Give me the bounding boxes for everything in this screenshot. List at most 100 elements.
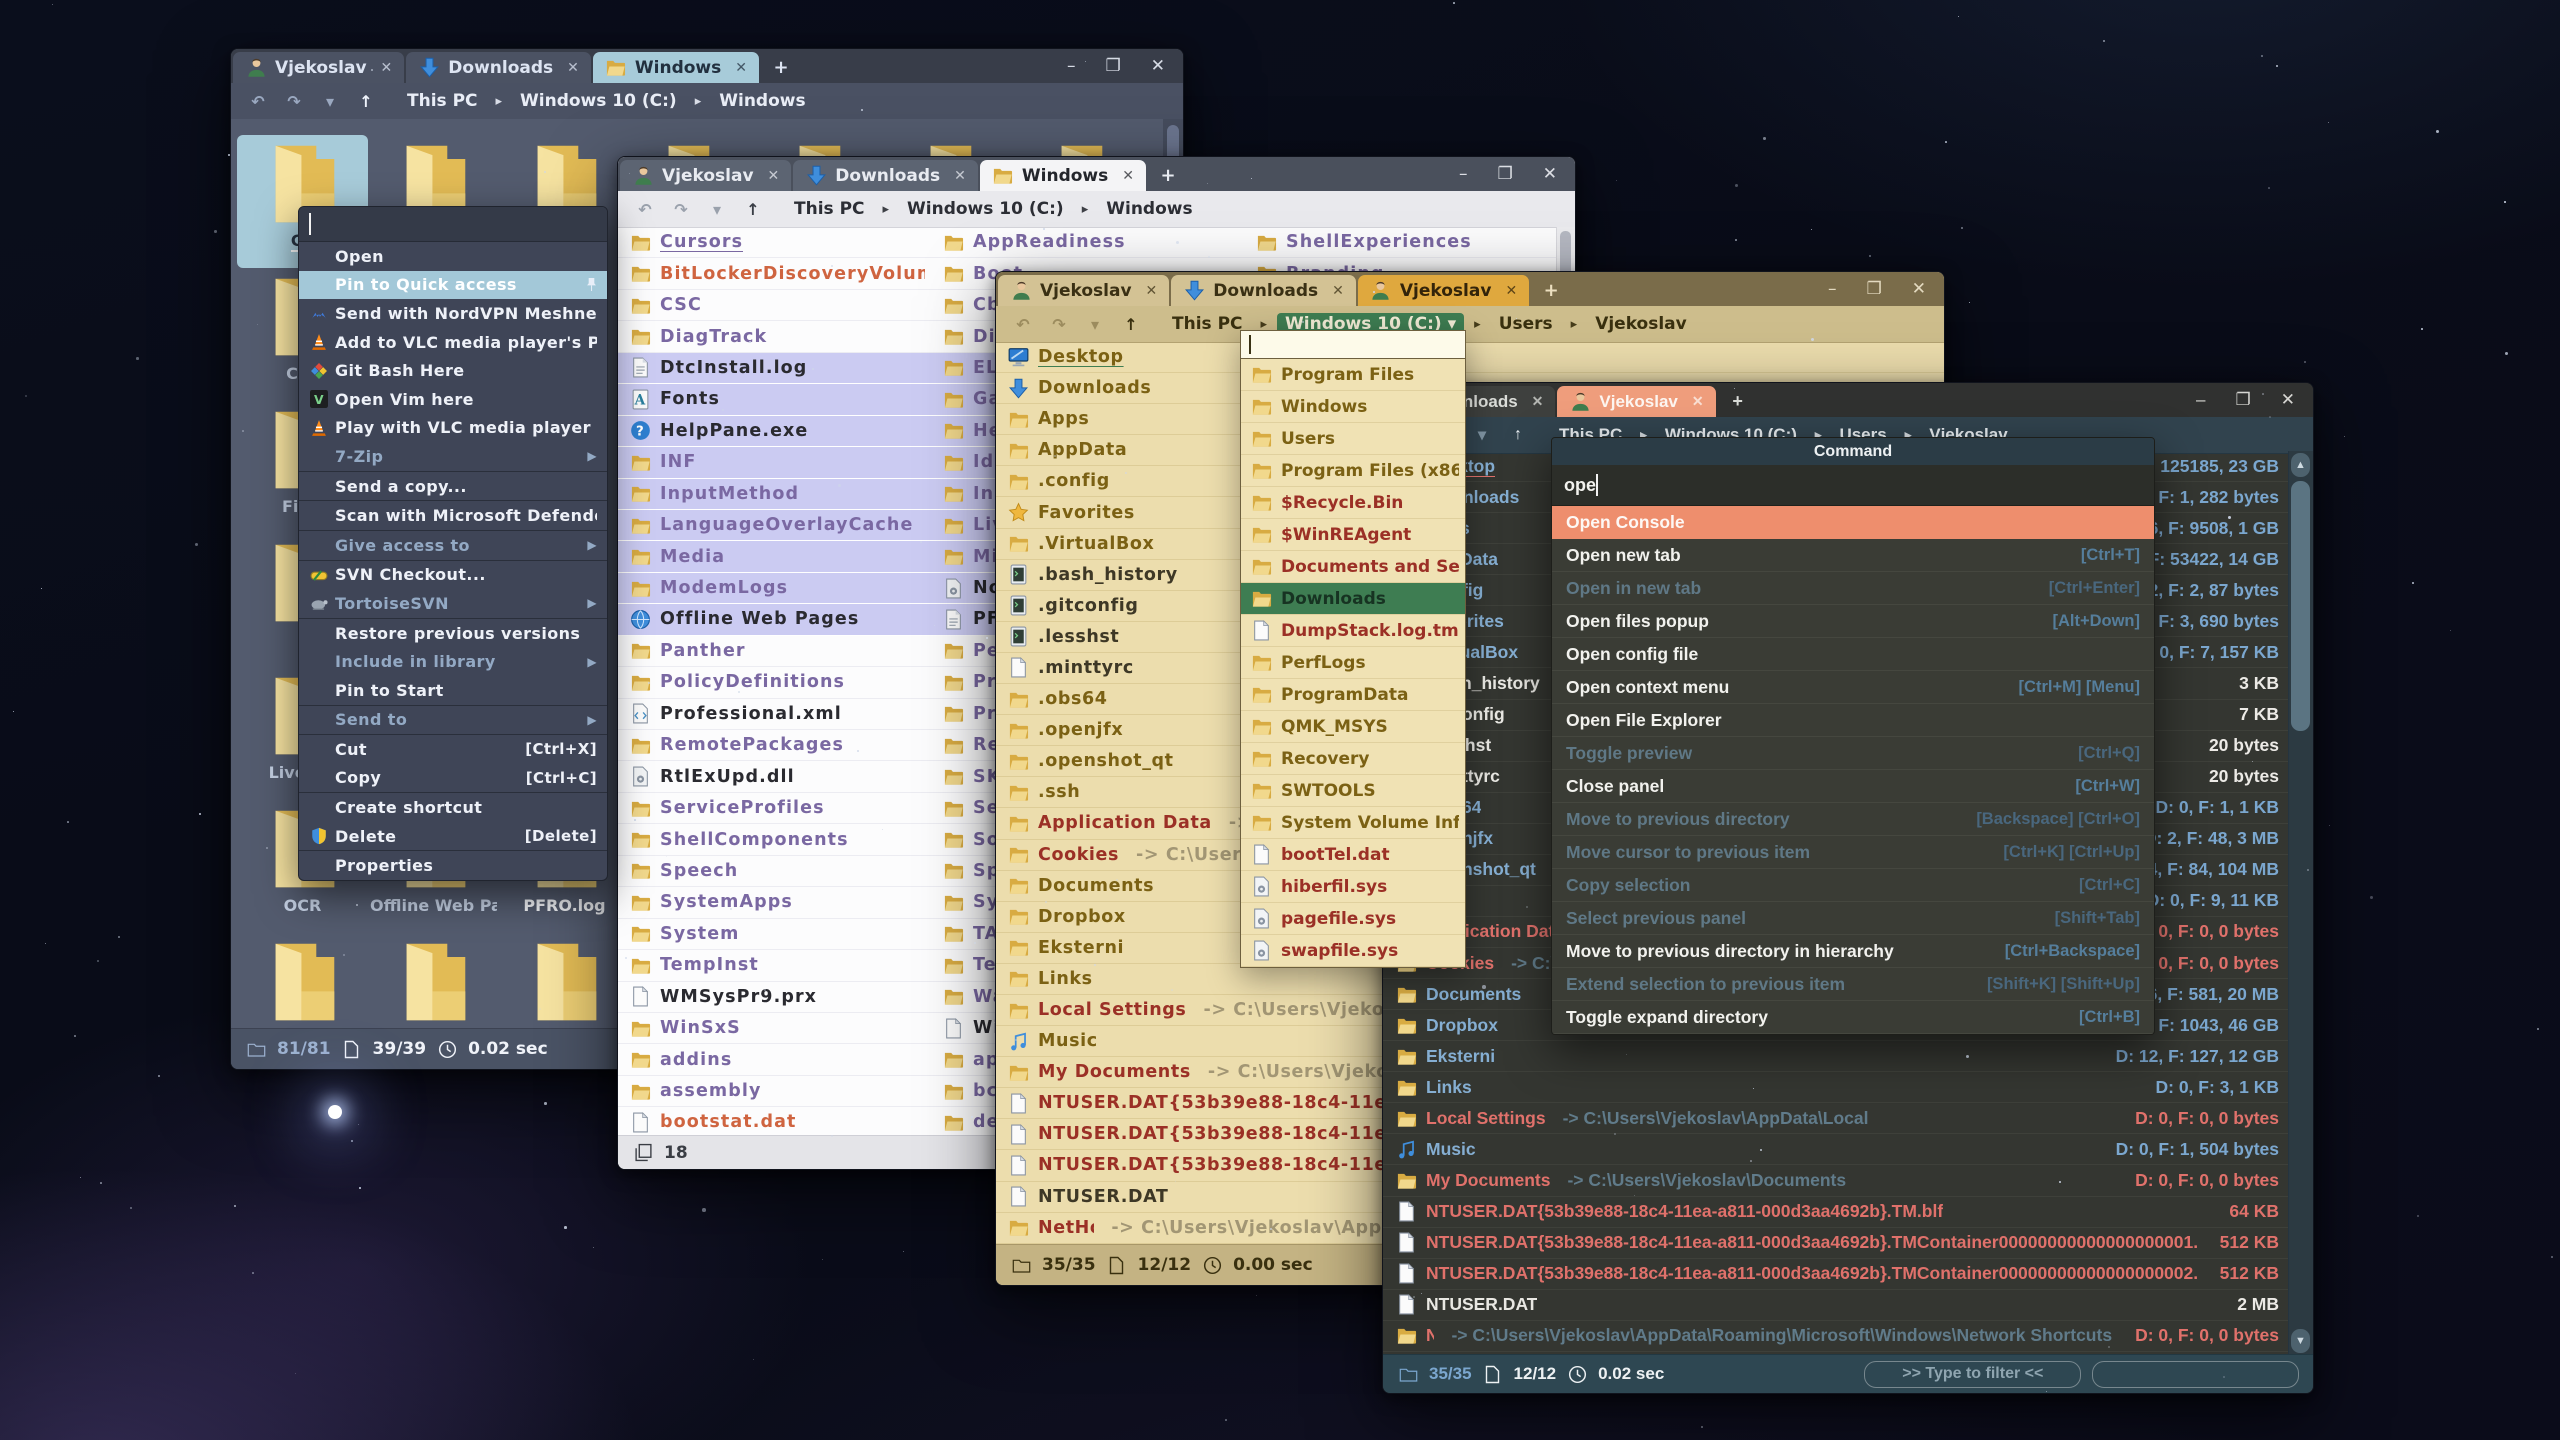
tab-downloads[interactable]: Downloads✕ xyxy=(406,52,591,83)
up-icon[interactable]: ↑ xyxy=(1505,426,1531,444)
tab-close-icon[interactable]: ✕ xyxy=(567,60,579,76)
menu-item-scan-with-microsoft-defender-[interactable]: Scan with Microsoft Defender... xyxy=(299,501,607,530)
path-segment[interactable]: This PC xyxy=(786,198,873,220)
file-row[interactable]: Windows xyxy=(1241,391,1465,423)
command-item-open-console[interactable]: Open Console xyxy=(1552,506,2154,539)
new-tab-button[interactable]: + xyxy=(1718,386,1758,417)
file-row[interactable]: LinksD: 0, F: 3, 1 KB xyxy=(1383,1072,2289,1103)
file-row[interactable]: Panther xyxy=(618,636,931,667)
file-row[interactable]: EksterniD: 12, F: 127, 12 GB xyxy=(1383,1041,2289,1072)
command-item-move-cursor-to-previous-item[interactable]: Move cursor to previous item[Ctrl+K] [Ct… xyxy=(1552,836,2154,869)
file-row[interactable]: NetHood-> C:\Users\Vjekoslav\AppData\Roa… xyxy=(1383,1321,2289,1352)
file-row[interactable]: NTUSER.DAT{53b39e88-18c4-11ea-a811-000d3… xyxy=(1383,1197,2289,1228)
file-row[interactable]: InputMethod xyxy=(618,479,931,510)
folder-tile[interactable]: PrintDialog xyxy=(499,933,630,1029)
path-segment[interactable]: Windows 10 (C:) xyxy=(512,90,685,112)
tab-close-icon[interactable]: ✕ xyxy=(954,168,966,184)
file-row[interactable]: addins xyxy=(618,1044,931,1075)
path-segment[interactable]: Vjekoslav xyxy=(1587,313,1695,335)
history-dropdown-icon[interactable]: ▾ xyxy=(1082,315,1108,334)
tab-close-icon[interactable]: ✕ xyxy=(1505,283,1517,299)
menu-item-create-shortcut[interactable]: Create shortcut xyxy=(299,793,607,822)
menu-item-play-with-vlc-media-player[interactable]: Play with VLC media player xyxy=(299,414,607,443)
menu-item-send-with-nordvpn-meshnet[interactable]: Send with NordVPN Meshnet xyxy=(299,299,607,328)
titlebar[interactable]: Vjekoslav✕Downloads✕Vjekoslav✕ + – ❐ ✕ xyxy=(996,272,1944,306)
menu-item-open-vim-here[interactable]: VOpen Vim here xyxy=(299,385,607,414)
maximize-button[interactable]: ❐ xyxy=(2236,390,2251,410)
file-row[interactable]: MusicD: 0, F: 1, 504 bytes xyxy=(1383,1134,2289,1165)
menu-item-copy[interactable]: Copy[Ctrl+C] xyxy=(299,764,607,793)
file-row[interactable]: Local Settings-> C:\Users\Vjekoslav\AppD… xyxy=(1383,1103,2289,1134)
tab-windows[interactable]: Windows✕ xyxy=(593,52,759,83)
filter-box[interactable] xyxy=(2092,1361,2299,1388)
menu-item-cut[interactable]: Cut[Ctrl+X] xyxy=(299,735,607,764)
file-row[interactable]: bootTel.dat xyxy=(1241,839,1465,871)
scrollbar[interactable]: ▲ ▼ xyxy=(2288,451,2313,1355)
forward-icon[interactable]: ↷ xyxy=(1046,315,1072,334)
filter-hint[interactable]: >> Type to filter << xyxy=(1864,1361,2081,1388)
tab-vjekoslav[interactable]: Vjekoslav✕ xyxy=(1358,275,1529,306)
command-item-open-new-tab[interactable]: Open new tab[Ctrl+T] xyxy=(1552,539,2154,572)
new-tab-button[interactable]: + xyxy=(1148,160,1188,191)
file-row[interactable]: swapfile.sys xyxy=(1241,935,1465,967)
command-item-move-to-previous-directory-in-hierarchy[interactable]: Move to previous directory in hierarchy[… xyxy=(1552,935,2154,968)
file-row[interactable]: System Volume Information xyxy=(1241,807,1465,839)
close-button[interactable]: ✕ xyxy=(1912,279,1926,299)
command-item-toggle-preview[interactable]: Toggle preview[Ctrl+Q] xyxy=(1552,737,2154,770)
file-row[interactable]: Downloads xyxy=(1241,583,1465,615)
forward-icon[interactable]: ↷ xyxy=(281,92,307,111)
file-row[interactable]: WMSysPr9.prx xyxy=(618,982,931,1013)
command-item-copy-selection[interactable]: Copy selection[Ctrl+C] xyxy=(1552,869,2154,902)
up-icon[interactable]: ↑ xyxy=(1118,315,1144,334)
up-icon[interactable]: ↑ xyxy=(740,200,766,219)
file-row[interactable]: DumpStack.log.tmp xyxy=(1241,615,1465,647)
file-row[interactable]: ModemLogs xyxy=(618,573,931,604)
history-dropdown-icon[interactable]: ▾ xyxy=(1469,425,1495,445)
command-item-select-previous-panel[interactable]: Select previous panel[Shift+Tab] xyxy=(1552,902,2154,935)
titlebar[interactable]: Downloads✕Vjekoslav✕ + – ❐ ✕ xyxy=(1383,383,2313,417)
file-row[interactable]: $Recycle.Bin xyxy=(1241,487,1465,519)
tab-close-icon[interactable]: ✕ xyxy=(1332,283,1344,299)
menu-item-send-to[interactable]: Send to▶ xyxy=(299,706,607,735)
file-row[interactable]: Offline Web Pages xyxy=(618,604,931,635)
menu-item-delete[interactable]: Delete[Delete] xyxy=(299,822,607,851)
scrollbar-thumb[interactable] xyxy=(2291,481,2310,731)
file-row[interactable]: NTUSER.DAT{53b39e88-18c4-11ea-a811-000d3… xyxy=(1383,1259,2289,1290)
file-row[interactable]: My Documents-> C:\Users\Vjekoslav\Docume… xyxy=(1383,1165,2289,1196)
file-row[interactable]: BitLockerDiscoveryVolumeContents xyxy=(618,258,931,289)
tab-close-icon[interactable]: ✕ xyxy=(1146,283,1158,299)
folder-tile[interactable]: Prefetch xyxy=(368,933,499,1029)
scroll-down-icon[interactable]: ▼ xyxy=(2291,1329,2310,1353)
command-item-open-config-file[interactable]: Open config file xyxy=(1552,638,2154,671)
file-row[interactable]: Media xyxy=(618,541,931,572)
path-segment[interactable]: This PC xyxy=(399,90,486,112)
folder-tile[interactable]: PolicyDefinitions xyxy=(237,933,368,1029)
maximize-button[interactable]: ❐ xyxy=(1498,164,1513,184)
file-row[interactable]: $WinREAgent xyxy=(1241,519,1465,551)
command-item-open-file-explorer[interactable]: Open File Explorer xyxy=(1552,704,2154,737)
history-dropdown-icon[interactable]: ▾ xyxy=(704,200,730,219)
file-row[interactable]: Professional.xml xyxy=(618,699,931,730)
path-segment[interactable]: Windows 10 (C:) xyxy=(899,198,1072,220)
file-manager-window-front[interactable]: Downloads✕Vjekoslav✕ + – ❐ ✕ ↶ ↷ ▾ ↑ Thi… xyxy=(1382,382,2314,1394)
new-tab-button[interactable]: + xyxy=(761,52,801,83)
tab-close-icon[interactable]: ✕ xyxy=(768,168,780,184)
file-row[interactable]: Desktop xyxy=(996,342,1944,373)
file-row[interactable]: RtlExUpd.dll xyxy=(618,761,931,792)
path-segment[interactable]: Windows xyxy=(711,90,813,112)
file-row[interactable]: RemotePackages xyxy=(618,730,931,761)
file-row[interactable]: Documents and Settings xyxy=(1241,551,1465,583)
file-row[interactable]: Users xyxy=(1241,423,1465,455)
tab-close-icon[interactable]: ✕ xyxy=(1122,168,1134,184)
forward-icon[interactable]: ↷ xyxy=(668,200,694,219)
tab-vjekoslav[interactable]: Vjekoslav✕ xyxy=(1557,386,1715,417)
back-icon[interactable]: ↶ xyxy=(632,200,658,219)
file-row[interactable]: AppReadiness xyxy=(931,227,1244,258)
file-row[interactable]: DtcInstall.log xyxy=(618,353,931,384)
close-button[interactable]: ✕ xyxy=(1543,164,1557,184)
menu-item-properties[interactable]: Properties xyxy=(299,851,607,880)
file-row[interactable]: TempInst xyxy=(618,950,931,981)
file-row[interactable]: CSC xyxy=(618,290,931,321)
minimize-button[interactable]: – xyxy=(2196,390,2205,410)
menu-item-tortoisesvn[interactable]: TortoiseSVN▶ xyxy=(299,589,607,618)
